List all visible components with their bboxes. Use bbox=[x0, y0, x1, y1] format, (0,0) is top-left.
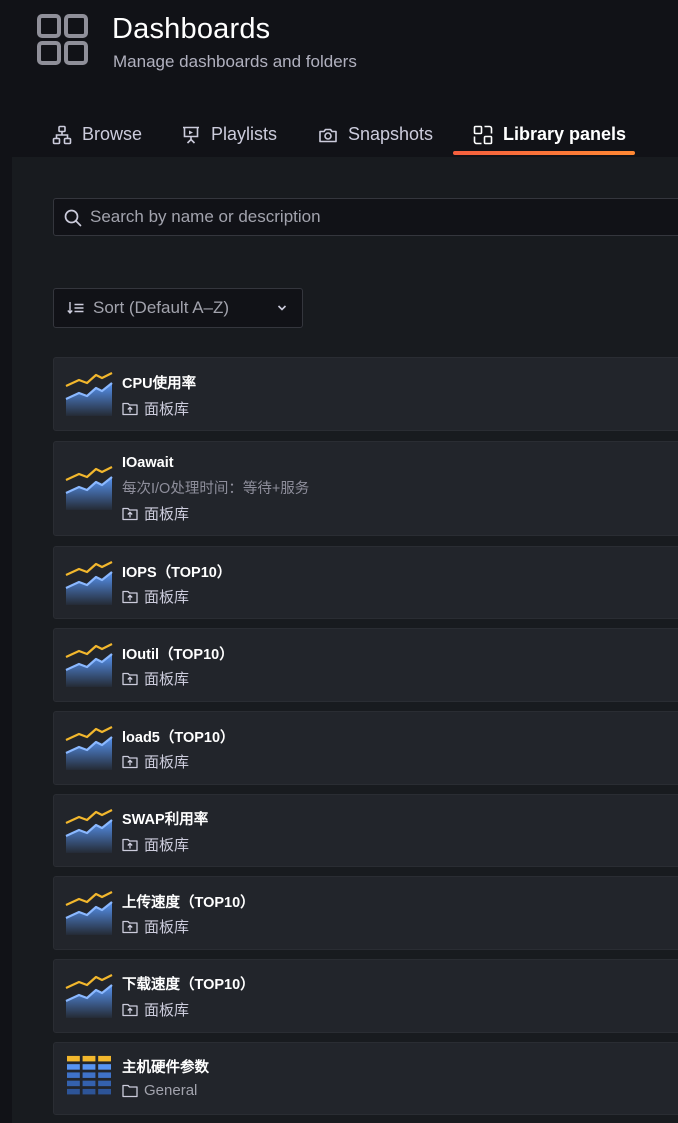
panel-folder[interactable]: General bbox=[122, 1082, 197, 1099]
library-panel-card[interactable]: load5（TOP10） 面板库 bbox=[53, 711, 678, 785]
panel-folder-label: General bbox=[144, 1082, 198, 1099]
tab-library-panels-label: Library panels bbox=[503, 124, 627, 144]
tab-browse[interactable]: Browse bbox=[52, 112, 142, 157]
tab-snapshots-label: Snapshots bbox=[348, 124, 434, 144]
timeseries-viz-icon bbox=[65, 726, 113, 770]
folder-upload-icon bbox=[122, 920, 138, 934]
panel-folder[interactable]: 面板库 bbox=[122, 586, 189, 607]
library-panel-card[interactable]: IOPS（TOP10） 面板库 bbox=[53, 546, 678, 619]
library-panel-card[interactable]: SWAP利用率 面板库 bbox=[53, 794, 678, 867]
panel-folder[interactable]: 面板库 bbox=[122, 398, 189, 419]
panel-folder[interactable]: 面板库 bbox=[122, 834, 189, 855]
panel-folder[interactable]: 面板库 bbox=[122, 999, 189, 1020]
panel-title: 主机硬件参数 bbox=[122, 1060, 209, 1076]
library-panel-card[interactable]: 下载速度（TOP10） 面板库 bbox=[53, 959, 678, 1033]
panel-title: IOutil（TOP10） bbox=[122, 647, 234, 663]
search-input[interactable] bbox=[90, 199, 670, 235]
panel-title: CPU使用率 bbox=[122, 376, 197, 392]
panel-folder-label: 面板库 bbox=[144, 1002, 190, 1019]
folder-upload-icon bbox=[122, 1003, 138, 1017]
panel-folder-label: 面板库 bbox=[144, 837, 190, 854]
panel-title: load5（TOP10） bbox=[122, 730, 235, 746]
panel-title: SWAP利用率 bbox=[122, 812, 209, 828]
tab-snapshots[interactable]: Snapshots bbox=[318, 112, 433, 157]
tab-browse-label: Browse bbox=[82, 124, 143, 144]
timeseries-viz-icon bbox=[65, 974, 113, 1018]
panel-folder-label: 面板库 bbox=[144, 401, 190, 418]
library-panel-card[interactable]: IOawait 每次I/O处理时间：等待+服务 面板库 bbox=[53, 441, 678, 536]
panel-folder-label: 面板库 bbox=[144, 754, 190, 771]
presentation-icon bbox=[183, 126, 199, 144]
folder-icon bbox=[122, 1084, 138, 1098]
table-viz-icon bbox=[67, 1055, 111, 1095]
folder-upload-icon bbox=[122, 672, 138, 686]
content-area: Sort (Default A–Z) bbox=[12, 157, 678, 1123]
panel-folder-label: 面板库 bbox=[144, 671, 190, 688]
timeseries-viz-icon bbox=[65, 643, 113, 687]
sort-picker[interactable]: Sort (Default A–Z) bbox=[53, 288, 303, 328]
library-panel-icon bbox=[473, 125, 493, 144]
sort-amount-icon bbox=[67, 302, 84, 315]
folder-upload-icon bbox=[122, 838, 138, 852]
folder-upload-icon bbox=[122, 507, 138, 521]
panel-title: 下载速度（TOP10） bbox=[122, 977, 255, 993]
tab-playlists[interactable]: Playlists bbox=[181, 112, 277, 157]
library-panel-card[interactable]: 主机硬件参数 General bbox=[53, 1042, 678, 1115]
library-panel-card[interactable]: 上传速度（TOP10） 面板库 bbox=[53, 876, 678, 950]
panel-folder-label: 面板库 bbox=[144, 506, 190, 523]
library-panel-card[interactable]: IOutil（TOP10） 面板库 bbox=[53, 628, 678, 702]
timeseries-viz-icon bbox=[65, 466, 113, 510]
panel-title: IOPS（TOP10） bbox=[122, 565, 232, 581]
chevron-down-icon bbox=[277, 305, 287, 311]
panel-folder-label: 面板库 bbox=[144, 919, 190, 936]
search-icon bbox=[64, 209, 82, 227]
page-header: Dashboards Manage dashboards and folders… bbox=[0, 0, 678, 157]
timeseries-viz-icon bbox=[65, 561, 113, 605]
active-tab-indicator bbox=[453, 151, 635, 155]
page-subtitle: Manage dashboards and folders bbox=[113, 52, 357, 71]
panel-title: 上传速度（TOP10） bbox=[122, 895, 255, 911]
timeseries-viz-icon bbox=[65, 809, 113, 853]
panel-description: 每次I/O处理时间：等待+服务 bbox=[122, 481, 310, 497]
folder-upload-icon bbox=[122, 755, 138, 769]
folder-upload-icon bbox=[122, 402, 138, 416]
search-box bbox=[53, 198, 678, 236]
panel-folder-label: 面板库 bbox=[144, 589, 190, 606]
dashboards-grid-icon bbox=[37, 14, 88, 65]
tab-playlists-label: Playlists bbox=[211, 124, 278, 144]
sort-label: Sort (Default A–Z) bbox=[93, 298, 230, 317]
panel-folder[interactable]: 面板库 bbox=[122, 668, 189, 689]
folder-upload-icon bbox=[122, 590, 138, 604]
panel-folder[interactable]: 面板库 bbox=[122, 751, 189, 772]
sitemap-icon bbox=[52, 125, 72, 144]
panel-title: IOawait bbox=[122, 455, 174, 471]
panel-folder[interactable]: 面板库 bbox=[122, 503, 189, 524]
page-title: Dashboards bbox=[112, 13, 271, 45]
panel-folder[interactable]: 面板库 bbox=[122, 916, 189, 937]
camera-icon bbox=[319, 128, 337, 142]
page: Dashboards Manage dashboards and folders… bbox=[0, 0, 678, 1123]
timeseries-viz-icon bbox=[65, 891, 113, 935]
timeseries-viz-icon bbox=[65, 372, 113, 416]
library-panel-card[interactable]: CPU使用率 面板库 bbox=[53, 357, 678, 431]
